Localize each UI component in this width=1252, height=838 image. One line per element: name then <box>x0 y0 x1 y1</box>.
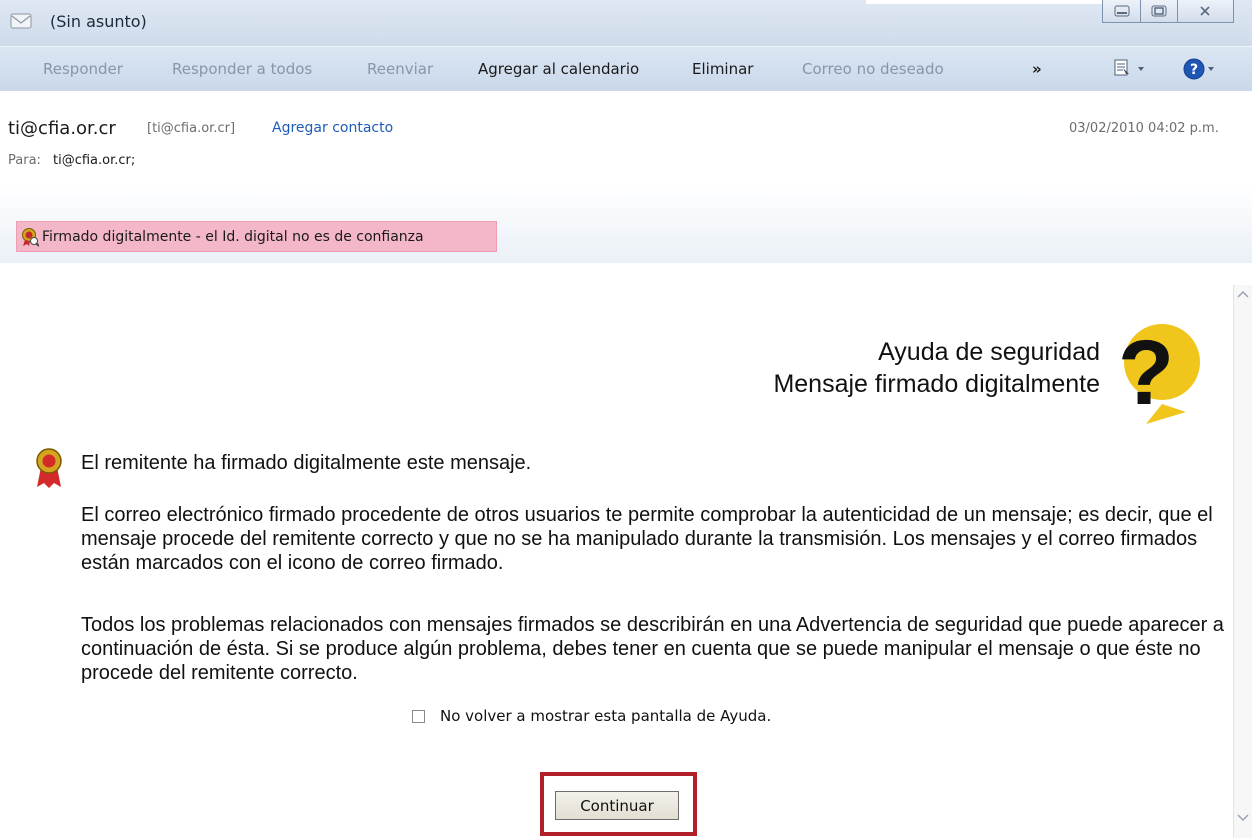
scroll-down-icon[interactable] <box>1237 813 1249 823</box>
signed-statement: El remitente ha firmado digitalmente est… <box>81 452 532 474</box>
more-button[interactable]: » <box>1032 60 1042 78</box>
svg-text:?: ? <box>1190 62 1198 78</box>
untrusted-signature-icon <box>22 227 39 247</box>
sender-address: [ti@cfia.or.cr] <box>147 121 236 136</box>
minimize-button[interactable] <box>1102 0 1142 23</box>
dont-show-again-checkbox[interactable] <box>412 709 425 723</box>
view-menu-button[interactable] <box>1114 59 1146 84</box>
sender-name[interactable]: ti@cfia.or.cr <box>8 118 116 139</box>
toolbar: Responder Responder a todos Reenviar Agr… <box>0 46 1252 92</box>
message-header: ti@cfia.or.cr [ti@cfia.or.cr] Agregar co… <box>0 91 1252 263</box>
to-label: Para: <box>8 153 41 168</box>
junk-button[interactable]: Correo no deseado <box>802 60 944 78</box>
award-ribbon-icon <box>36 448 62 488</box>
window-controls <box>1102 0 1235 24</box>
help-title-line1: Ayuda de seguridad <box>878 338 1100 366</box>
help-menu-button[interactable]: ? <box>1183 58 1217 85</box>
message-date: 03/02/2010 04:02 p.m. <box>1069 121 1219 136</box>
continue-button[interactable]: Continuar <box>555 791 679 820</box>
help-icon: ? <box>1183 58 1214 80</box>
question-mark-icon: ? <box>1118 322 1200 424</box>
window-title: (Sin asunto) <box>50 12 147 31</box>
title-strip <box>866 0 1102 4</box>
dont-show-again-label[interactable]: No volver a mostrar esta pantalla de Ayu… <box>440 707 771 725</box>
reply-button[interactable]: Responder <box>43 60 123 78</box>
maximize-button[interactable] <box>1141 0 1178 23</box>
reply-all-button[interactable]: Responder a todos <box>172 60 312 78</box>
delete-button[interactable]: Eliminar <box>692 60 753 78</box>
add-contact-link[interactable]: Agregar contacto <box>272 120 393 136</box>
help-paragraph-2: Todos los problemas relacionados con men… <box>81 614 1224 684</box>
svg-text:?: ? <box>1118 322 1174 424</box>
forward-button[interactable]: Reenviar <box>367 60 433 78</box>
help-title-line2: Mensaje firmado digitalmente <box>773 370 1100 398</box>
signature-warning-bar[interactable]: Firmado digitalmente - el Id. digital no… <box>16 221 497 252</box>
maximize-icon <box>1151 5 1167 17</box>
close-icon <box>1200 6 1211 16</box>
help-paragraph-1: El correo electrónico firmado procedente… <box>81 504 1213 574</box>
document-view-icon <box>1114 59 1144 76</box>
add-to-calendar-button[interactable]: Agregar al calendario <box>478 60 639 78</box>
scroll-up-icon[interactable] <box>1237 289 1249 299</box>
title-bar: (Sin asunto) <box>0 0 1252 46</box>
dont-show-again-row[interactable]: No volver a mostrar esta pantalla de Ayu… <box>412 707 771 725</box>
close-button[interactable] <box>1177 0 1235 23</box>
signature-warning-text: Firmado digitalmente - el Id. digital no… <box>42 228 424 245</box>
envelope-icon <box>10 13 32 29</box>
vertical-scrollbar[interactable] <box>1233 285 1252 838</box>
help-title: Ayuda de seguridad Mensaje firmado digit… <box>600 336 1100 400</box>
to-recipient[interactable]: ti@cfia.or.cr; <box>53 153 135 168</box>
minimize-icon <box>1114 5 1130 17</box>
